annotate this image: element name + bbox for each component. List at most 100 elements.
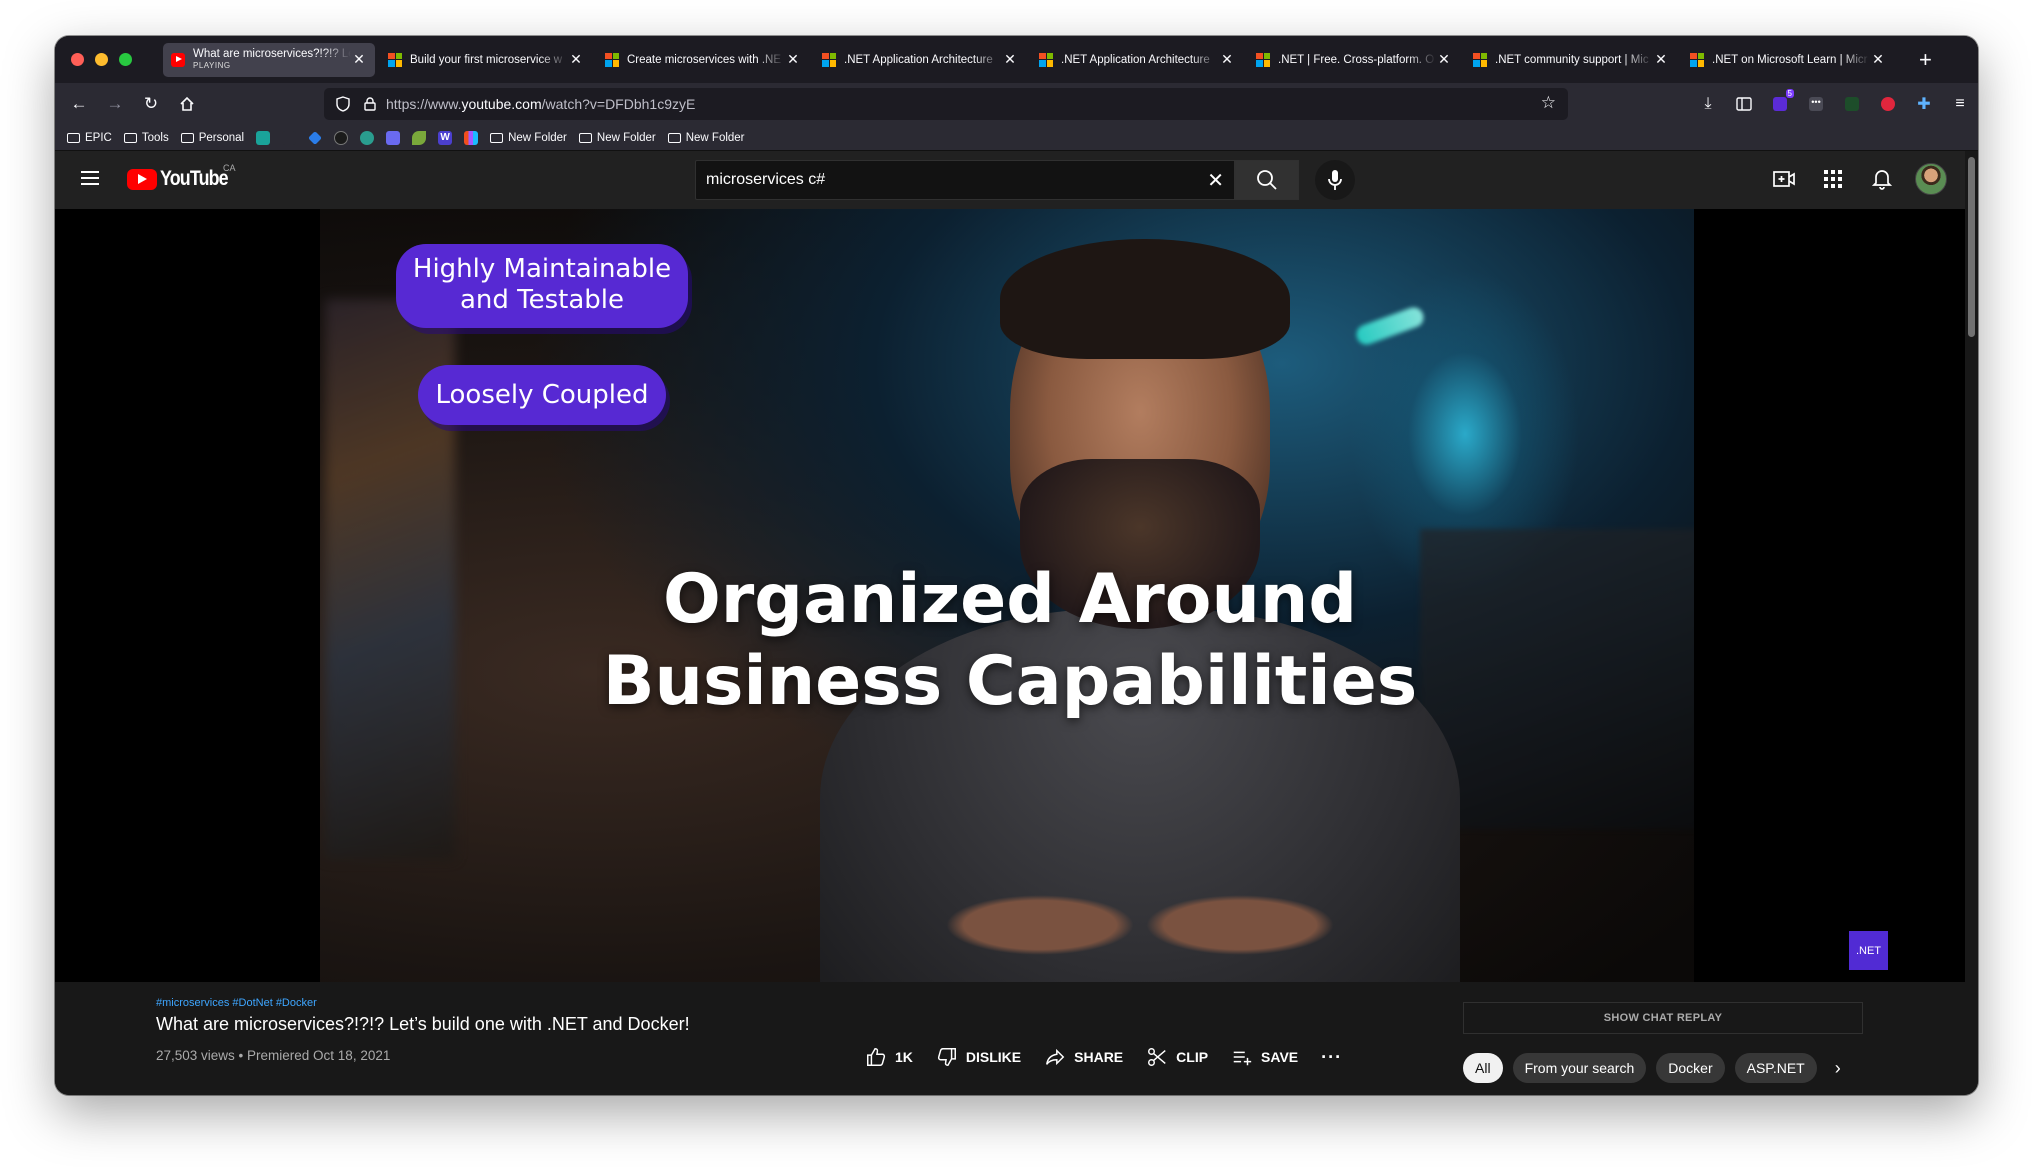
- tab-strip: What are microservices?!?!? Le PLAYING ✕ …: [55, 36, 1978, 83]
- apps-grid-icon[interactable]: [1817, 161, 1849, 197]
- dislike-label: DISLIKE: [965, 1049, 1022, 1065]
- clear-search-icon[interactable]: ✕: [1207, 168, 1224, 193]
- search-input[interactable]: microservices c# ✕: [695, 160, 1235, 200]
- tab-app-architecture-2[interactable]: .NET Application Architecture ✕: [1031, 43, 1243, 77]
- diamond-icon[interactable]: [308, 130, 323, 145]
- close-tab-icon[interactable]: ✕: [1219, 51, 1235, 68]
- bookmark-folder-new-2[interactable]: New Folder: [578, 132, 656, 144]
- page-scrollbar[interactable]: [1965, 151, 1978, 1095]
- tab-title: .NET | Free. Cross-platform. O: [1278, 53, 1435, 66]
- like-count: 1K: [895, 1049, 913, 1065]
- clip-button[interactable]: CLIP: [1146, 1046, 1208, 1068]
- reload-icon[interactable]: ↻: [133, 88, 169, 120]
- new-tab-icon[interactable]: +: [1919, 47, 1932, 73]
- chip-aspnet[interactable]: ASP.NET: [1734, 1053, 1817, 1083]
- avatar[interactable]: [1915, 163, 1947, 195]
- home-icon[interactable]: [169, 88, 205, 120]
- close-tab-icon[interactable]: ✕: [785, 51, 801, 68]
- share-button[interactable]: SHARE: [1044, 1046, 1123, 1068]
- bookmark-leaf-icon[interactable]: [412, 130, 427, 145]
- close-window-button[interactable]: [71, 53, 84, 66]
- search-button[interactable]: [1235, 160, 1299, 200]
- url-text[interactable]: https://www.youtube.com/watch?v=DFDbh1c9…: [386, 96, 695, 112]
- tab-app-architecture-1[interactable]: .NET Application Architecture ✕: [814, 43, 1026, 77]
- bookmark-folder-tools[interactable]: Tools: [123, 132, 169, 144]
- figma-icon[interactable]: [464, 130, 479, 145]
- bookmark-folder-epic[interactable]: EPIC: [67, 132, 112, 144]
- bookmark-folder-new-1[interactable]: New Folder: [490, 132, 567, 144]
- dislike-button[interactable]: DISLIKE: [936, 1046, 1021, 1068]
- folder-icon: [67, 132, 80, 143]
- tab-title: .NET Application Architecture: [844, 53, 993, 66]
- voice-search-button[interactable]: [1315, 160, 1355, 200]
- youtube-favicon-icon: [171, 52, 185, 67]
- show-chat-replay-button[interactable]: SHOW CHAT REPLAY: [1463, 1002, 1863, 1034]
- video-frame[interactable]: Highly Maintainable and Testable Loosely…: [320, 209, 1694, 982]
- share-icon: [1046, 1048, 1065, 1066]
- apple-icon[interactable]: [282, 130, 297, 145]
- bookmark-folder-new-3[interactable]: New Folder: [667, 132, 745, 144]
- like-button[interactable]: 1K: [865, 1046, 913, 1068]
- github-icon[interactable]: [334, 130, 349, 145]
- download-icon[interactable]: ⤓: [1690, 88, 1726, 120]
- bookmark-teal-icon[interactable]: [256, 130, 271, 145]
- tab-microsoft-learn[interactable]: .NET on Microsoft Learn | Micr ✕: [1682, 43, 1894, 77]
- back-arrow-icon[interactable]: ←: [61, 88, 97, 120]
- minimize-window-button[interactable]: [95, 53, 108, 66]
- tab-dotnet-free[interactable]: .NET | Free. Cross-platform. O ✕: [1248, 43, 1460, 77]
- close-tab-icon[interactable]: ✕: [1002, 51, 1018, 68]
- tab-title: Create microservices with .NE: [627, 53, 782, 66]
- bookmark-shield-icon[interactable]: [360, 130, 375, 145]
- maximize-window-button[interactable]: [119, 53, 132, 66]
- close-tab-icon[interactable]: ✕: [568, 51, 584, 68]
- lock-icon[interactable]: [364, 97, 376, 111]
- url-path: /watch?v=DFDbh1c9zyE: [541, 96, 696, 112]
- extension-purple-icon[interactable]: 5: [1762, 88, 1798, 120]
- tab-youtube[interactable]: What are microservices?!?!? Le PLAYING ✕: [163, 42, 375, 77]
- extension-puzzle-icon[interactable]: ✚: [1906, 88, 1942, 120]
- video-hashtags[interactable]: #microservices #DotNet #Docker: [156, 997, 317, 1009]
- folder-icon: [180, 132, 194, 143]
- bookmark-folder-personal[interactable]: Personal: [180, 132, 244, 144]
- chip-from-your-search[interactable]: From your search: [1512, 1053, 1647, 1083]
- chevron-right-icon[interactable]: ›: [1835, 1058, 1841, 1079]
- save-button[interactable]: SAVE: [1231, 1046, 1298, 1068]
- bookmark-bot-icon[interactable]: [386, 130, 401, 145]
- tab-create-microservices[interactable]: Create microservices with .NE ✕: [597, 43, 809, 77]
- url-domain: youtube.com: [461, 96, 542, 112]
- close-tab-icon[interactable]: ✕: [351, 51, 367, 68]
- dotnet-watermark[interactable]: .NET: [1849, 931, 1888, 970]
- adblock-icon[interactable]: [1870, 88, 1906, 120]
- sidebar-icon[interactable]: [1726, 88, 1762, 120]
- search-query: microservices c#: [706, 171, 826, 188]
- microsoft-favicon-icon: [1473, 52, 1487, 67]
- bookmark-star-icon[interactable]: ☆: [1541, 93, 1556, 113]
- tab-title: .NET Application Architecture: [1061, 53, 1210, 66]
- url-bar[interactable]: https://www.youtube.com/watch?v=DFDbh1c9…: [324, 88, 1568, 120]
- chip-docker[interactable]: Docker: [1656, 1053, 1725, 1083]
- overlay-pill-text: Highly Maintainable and Testable: [412, 254, 672, 315]
- video-player[interactable]: Highly Maintainable and Testable Loosely…: [55, 209, 1965, 982]
- extension-badge: 5: [1785, 89, 1794, 98]
- scrollbar-thumb[interactable]: [1968, 157, 1975, 337]
- more-actions-icon[interactable]: ···: [1321, 1047, 1342, 1068]
- tab-community-support[interactable]: .NET community support | Mic ✕: [1465, 43, 1677, 77]
- hamburger-menu-icon[interactable]: [81, 171, 99, 185]
- extension-green-icon[interactable]: [1834, 88, 1870, 120]
- menu-icon[interactable]: ≡: [1942, 88, 1978, 120]
- tab-build-microservice[interactable]: Build your first microservice w ✕: [380, 43, 592, 77]
- overlay-pill-loosely-coupled: Loosely Coupled: [418, 365, 666, 425]
- chip-all[interactable]: All: [1463, 1053, 1503, 1083]
- shield-icon[interactable]: [336, 96, 350, 112]
- forward-arrow-icon[interactable]: →: [97, 88, 133, 120]
- microsoft-favicon-icon: [1690, 52, 1704, 67]
- notifications-bell-icon[interactable]: [1866, 161, 1898, 197]
- close-tab-icon[interactable]: ✕: [1870, 51, 1886, 68]
- close-tab-icon[interactable]: ✕: [1653, 51, 1669, 68]
- create-video-icon[interactable]: [1768, 161, 1800, 197]
- extension-dots-icon[interactable]: •••: [1798, 88, 1834, 120]
- save-label: SAVE: [1261, 1049, 1299, 1065]
- close-tab-icon[interactable]: ✕: [1436, 51, 1452, 68]
- microsoft-favicon-icon: [1256, 52, 1270, 67]
- bookmark-w-icon[interactable]: W: [438, 130, 453, 145]
